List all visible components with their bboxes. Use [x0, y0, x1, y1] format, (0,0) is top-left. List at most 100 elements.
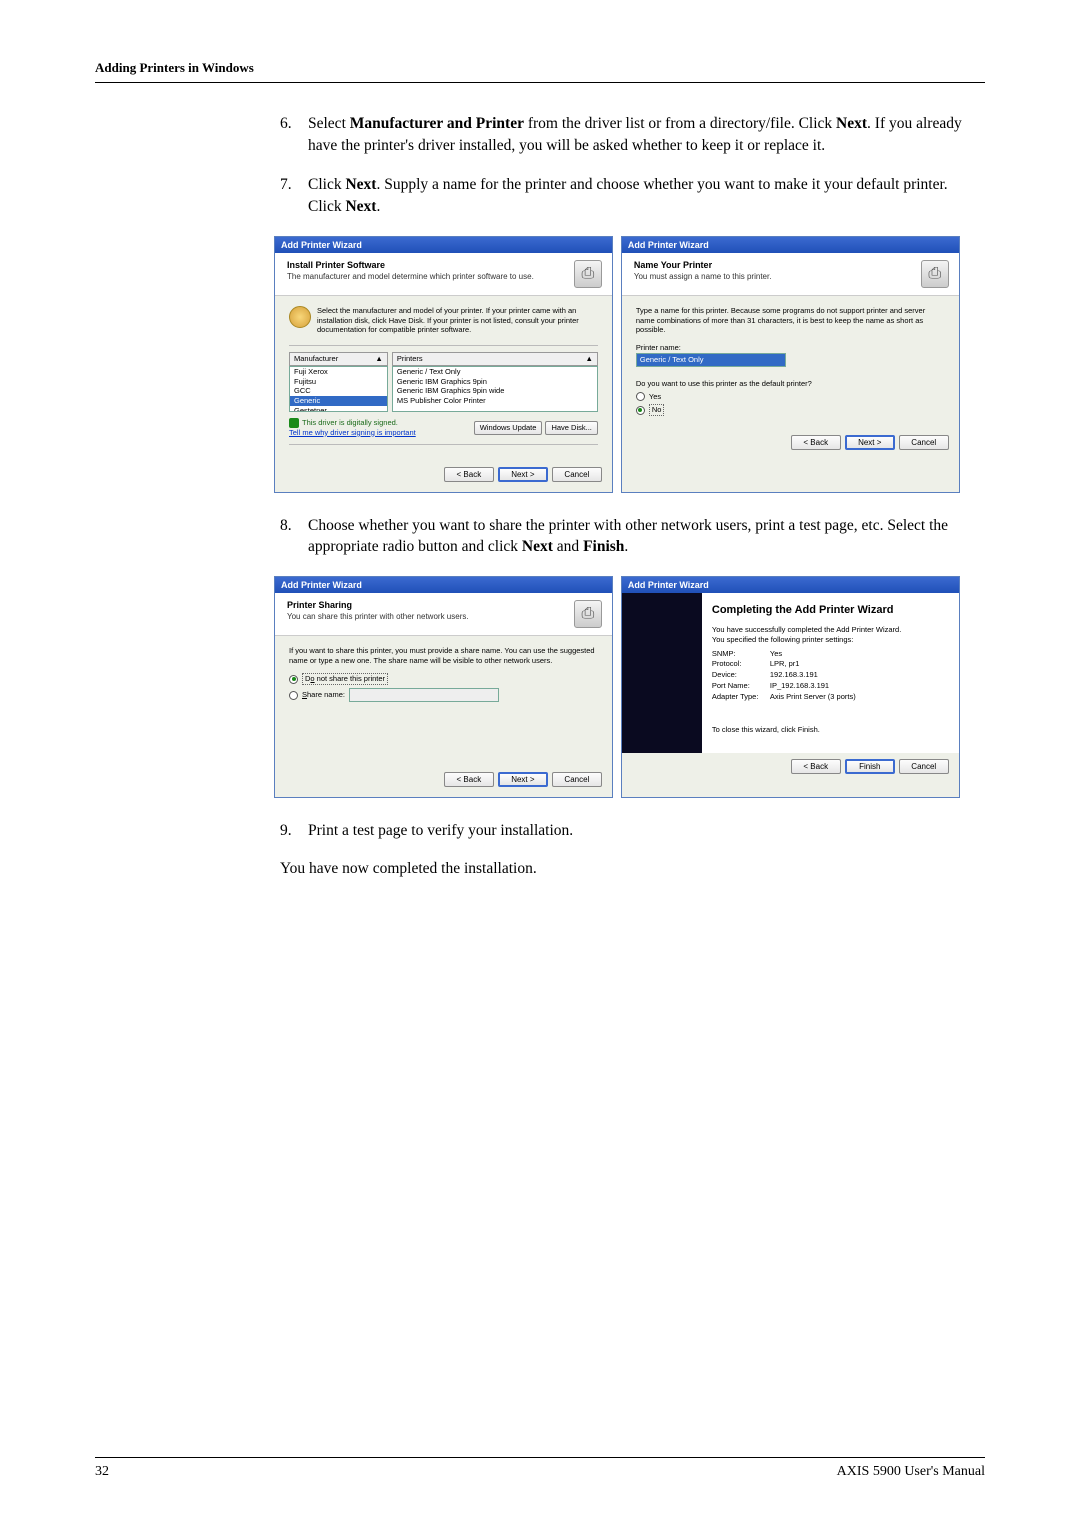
cancel-button[interactable]: Cancel — [899, 435, 949, 450]
radio-no[interactable]: No — [636, 404, 945, 416]
list-item[interactable]: Generic IBM Graphics 9pin — [393, 377, 597, 387]
windows-update-button[interactable]: Windows Update — [474, 421, 543, 435]
dialog-printer-sharing: Add Printer Wizard Printer Sharing You c… — [274, 576, 613, 798]
kv-row: Port Name:IP_192.168.3.191 — [712, 681, 945, 691]
dialog-titlebar[interactable]: Add Printer Wizard — [622, 577, 959, 593]
dialog-name-your-printer: Add Printer Wizard Name Your Printer You… — [621, 236, 960, 493]
complete-desc1: You have successfully completed the Add … — [712, 625, 945, 635]
dialog-titlebar[interactable]: Add Printer Wizard — [275, 577, 612, 593]
bold: Next — [345, 198, 376, 215]
printer-name-field[interactable]: Generic / Text Only — [636, 353, 786, 367]
driver-signed-label: This driver is digitally signed. — [289, 418, 416, 428]
name-description: Type a name for this printer. Because so… — [636, 306, 945, 335]
text: . Supply a name for the printer and choo… — [308, 176, 948, 215]
radio-yes[interactable]: Yes — [636, 392, 945, 402]
manufacturer-listbox[interactable]: Fuji Xerox Fujitsu GCC Generic Gestetner — [289, 366, 388, 412]
default-printer-question: Do you want to use this printer as the d… — [636, 379, 945, 389]
dialog-body: Completing the Add Printer Wizard You ha… — [622, 593, 959, 753]
step-text: Select Manufacturer and Printer from the… — [308, 113, 980, 156]
manual-title: AXIS 5900 User's Manual — [837, 1464, 985, 1480]
step-8: 8. Choose whether you want to share the … — [280, 515, 980, 558]
dialog-header-subtitle: You can share this printer with other ne… — [287, 612, 568, 621]
dialog-header-subtitle: You must assign a name to this printer. — [634, 272, 915, 281]
dialog-titlebar[interactable]: Add Printer Wizard — [622, 237, 959, 253]
back-button[interactable]: < Back — [791, 435, 841, 450]
printers-listbox[interactable]: Generic / Text Only Generic IBM Graphics… — [392, 366, 598, 412]
dialog-header-subtitle: The manufacturer and model determine whi… — [287, 272, 568, 281]
kv-row: Protocol:LPR, pr1 — [712, 659, 945, 669]
step-number: 8. — [280, 515, 308, 558]
dialog-footer: < Back Next > Cancel — [275, 461, 612, 492]
cancel-button[interactable]: Cancel — [899, 759, 949, 774]
list-item[interactable]: GCC — [290, 386, 387, 396]
dialog-install-printer-software: Add Printer Wizard Install Printer Softw… — [274, 236, 613, 493]
dialog-header-title: Name Your Printer — [634, 260, 915, 270]
list-item[interactable]: Generic IBM Graphics 9pin wide — [393, 386, 597, 396]
info-disc-icon — [289, 306, 311, 328]
list-item-selected[interactable]: Generic — [290, 396, 387, 406]
share-description: If you want to share this printer, you m… — [289, 646, 598, 666]
dialog-row-2: Add Printer Wizard Printer Sharing You c… — [274, 576, 980, 798]
kv-row: SNMP:Yes — [712, 649, 945, 659]
dialog-header: Name Your Printer You must assign a name… — [622, 253, 959, 296]
dialog-footer: < Back Next > Cancel — [275, 766, 612, 797]
printer-icon: ⎙ — [921, 260, 949, 288]
bold: Next — [345, 176, 376, 193]
list-item[interactable]: Generic / Text Only — [393, 367, 597, 377]
text: . — [376, 198, 380, 215]
back-button[interactable]: < Back — [444, 772, 494, 787]
dialog-header: Install Printer Software The manufacture… — [275, 253, 612, 296]
text: . — [624, 538, 628, 555]
page-footer: 32 AXIS 5900 User's Manual — [95, 1457, 985, 1480]
next-button[interactable]: Next > — [498, 772, 548, 787]
bold: Next — [836, 115, 867, 132]
radio-do-not-share[interactable]: Do not share this printer — [289, 673, 598, 685]
printers-column-header[interactable]: Printers▲ — [392, 352, 598, 366]
list-item[interactable]: Fuji Xerox — [290, 367, 387, 377]
dialog-header-title: Printer Sharing — [287, 600, 568, 610]
printer-name-label: Printer name: — [636, 343, 945, 353]
step-number: 7. — [280, 174, 308, 217]
back-button[interactable]: < Back — [791, 759, 841, 774]
step-7: 7. Click Next. Supply a name for the pri… — [280, 174, 980, 217]
have-disk-button[interactable]: Have Disk... — [545, 421, 597, 435]
text: and — [553, 538, 583, 555]
main-content: 6. Select Manufacturer and Printer from … — [280, 113, 980, 878]
list-item[interactable]: Fujitsu — [290, 377, 387, 387]
cancel-button[interactable]: Cancel — [552, 772, 602, 787]
dialog-body: Type a name for this printer. Because so… — [622, 296, 959, 429]
dialog-header-title: Install Printer Software — [287, 260, 568, 270]
list-item[interactable]: Gestetner — [290, 406, 387, 412]
manufacturer-column-header[interactable]: Manufacturer▲ — [289, 352, 388, 366]
dialog-body: Select the manufacturer and model of you… — [275, 296, 612, 461]
list-item[interactable]: MS Publisher Color Printer — [393, 396, 597, 406]
bold: Finish — [583, 538, 624, 555]
step-text: Choose whether you want to share the pri… — [308, 515, 980, 558]
dialog-footer: < Back Finish Cancel — [622, 753, 959, 784]
next-button[interactable]: Next > — [498, 467, 548, 482]
driver-signing-link[interactable]: Tell me why driver signing is important — [289, 428, 416, 438]
printer-icon: ⎙ — [574, 600, 602, 628]
completion-note: You have now completed the installation. — [280, 860, 980, 878]
next-button[interactable]: Next > — [845, 435, 895, 450]
text: Select — [308, 115, 350, 132]
page-number: 32 — [95, 1464, 109, 1480]
finish-button[interactable]: Finish — [845, 759, 895, 774]
wizard-complete-title: Completing the Add Printer Wizard — [712, 603, 945, 617]
bold: Manufacturer and Printer — [350, 115, 524, 132]
info-text: Select the manufacturer and model of you… — [317, 306, 598, 335]
dialog-row-1: Add Printer Wizard Install Printer Softw… — [274, 236, 980, 493]
dialog-completing-wizard: Add Printer Wizard Completing the Add Pr… — [621, 576, 960, 798]
kv-row: Adapter Type:Axis Print Server (3 ports) — [712, 692, 945, 702]
dialog-titlebar[interactable]: Add Printer Wizard — [275, 237, 612, 253]
cancel-button[interactable]: Cancel — [552, 467, 602, 482]
step-text: Click Next. Supply a name for the printe… — [308, 174, 980, 217]
dialog-footer: < Back Next > Cancel — [622, 429, 959, 460]
shield-icon — [289, 418, 299, 428]
kv-row: Device:192.168.3.191 — [712, 670, 945, 680]
close-note: To close this wizard, click Finish. — [712, 725, 945, 735]
bold: Next — [522, 538, 553, 555]
radio-share-name[interactable]: Share name: — [289, 688, 598, 702]
page-header: Adding Printers in Windows — [95, 60, 985, 83]
back-button[interactable]: < Back — [444, 467, 494, 482]
